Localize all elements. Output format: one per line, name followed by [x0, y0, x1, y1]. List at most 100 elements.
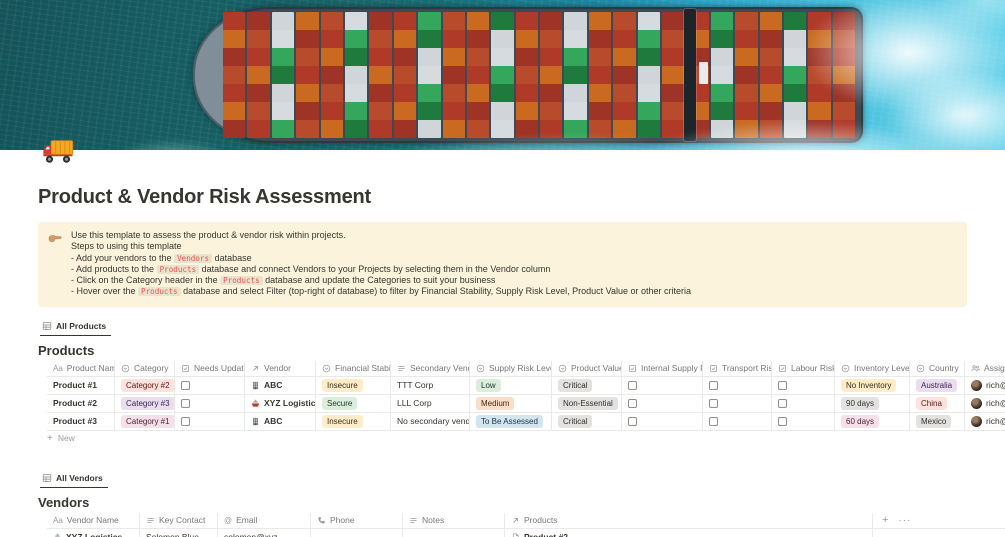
internal-supply-risk-cell[interactable]: [622, 394, 703, 412]
column-header-product-value[interactable]: Product Value: [552, 360, 622, 376]
column-header-inventory-level[interactable]: Inventory Level: [835, 360, 910, 376]
internal-supply-risk-cell[interactable]: [622, 376, 703, 394]
checkbox-unchecked[interactable]: [778, 398, 787, 408]
column-header-label: Supply Risk Level: [489, 363, 552, 374]
assigned-cell[interactable]: rich@te: [965, 395, 1005, 412]
checkbox-unchecked[interactable]: [778, 416, 787, 426]
checkbox-unchecked[interactable]: [628, 380, 637, 390]
column-header-products[interactable]: Products: [505, 512, 873, 528]
checkbox-unchecked[interactable]: [181, 380, 190, 390]
product-name-cell[interactable]: Product #3: [47, 412, 115, 430]
container-bay: [808, 12, 831, 138]
user-avatar: [971, 397, 982, 409]
column-header-category[interactable]: Category: [115, 360, 175, 376]
callout-line: - Add your vendors to the Vendors databa…: [71, 252, 252, 263]
needs-update-cell[interactable]: [175, 376, 245, 394]
country-cell[interactable]: Australia: [910, 376, 965, 394]
inventory-level-cell[interactable]: 90 days: [835, 394, 910, 412]
column-header-vendor[interactable]: Vendor: [245, 360, 316, 376]
vendor-name-cell[interactable]: XYZ Logistics: [47, 528, 140, 537]
category-cell[interactable]: Category #3: [115, 394, 175, 412]
checkbox-unchecked[interactable]: [628, 398, 637, 408]
product-value-cell[interactable]: Critical: [552, 376, 622, 394]
tag-purple: Category #3: [121, 396, 174, 410]
supply-risk-level-cell[interactable]: Medium: [470, 394, 552, 412]
secondary-vendor-cell[interactable]: No secondary vendor: [391, 412, 470, 430]
country-cell[interactable]: China: [910, 394, 965, 412]
assigned-cell[interactable]: rich@te: [965, 413, 1005, 430]
tab-all-products[interactable]: All Products: [40, 318, 112, 336]
inventory-level-cell[interactable]: 60 days: [835, 412, 910, 430]
email-cell[interactable]: solomon@xyz: [218, 528, 311, 537]
column-header-labour-risk[interactable]: Labour Risk: [772, 360, 835, 376]
needs-update-cell[interactable]: [175, 412, 245, 430]
product-name-cell[interactable]: Product #2: [47, 394, 115, 412]
checkbox-unchecked[interactable]: [709, 398, 718, 408]
tab-all-vendors[interactable]: All Vendors: [40, 470, 108, 488]
inventory-level-cell[interactable]: No Inventory: [835, 376, 910, 394]
text-icon: [409, 516, 418, 525]
checkbox-unchecked[interactable]: [778, 380, 787, 390]
column-header-phone[interactable]: Phone: [311, 512, 403, 528]
supply-risk-level-cell[interactable]: Low: [470, 376, 552, 394]
column-header-notes[interactable]: Notes: [403, 512, 505, 528]
country-cell[interactable]: Mexico: [910, 412, 965, 430]
transport-risk-cell[interactable]: [703, 376, 772, 394]
new-row-button[interactable]: + New: [47, 431, 1005, 446]
transport-risk-cell[interactable]: [703, 394, 772, 412]
add-column-button[interactable]: +: [882, 514, 888, 525]
category-cell[interactable]: Category #1: [115, 412, 175, 430]
product-value-cell[interactable]: Non-Essential: [552, 394, 622, 412]
needs-update-cell[interactable]: [175, 394, 245, 412]
secondary-vendor-cell[interactable]: LLL Corp: [391, 394, 470, 412]
table-options-button[interactable]: ···: [898, 515, 911, 525]
checkbox-unchecked[interactable]: [181, 398, 190, 408]
transport-risk-cell[interactable]: [703, 412, 772, 430]
checkbox-unchecked[interactable]: [709, 380, 718, 390]
building-icon: [251, 417, 260, 426]
vendor-cell[interactable]: XYZ Logistics: [245, 394, 316, 412]
column-header-product-name[interactable]: AaProduct Name: [47, 360, 115, 376]
internal-supply-risk-cell[interactable]: [622, 412, 703, 430]
inline-code: Products: [220, 276, 263, 286]
table-row: XYZ Logistics Solomon Blue solomon@xyz Prod…: [47, 528, 1005, 537]
column-header-key-contact[interactable]: Key Contact: [140, 512, 218, 528]
checkbox-unchecked[interactable]: [628, 416, 637, 426]
notes-cell[interactable]: [403, 528, 505, 537]
product-name-cell[interactable]: Product #1: [47, 376, 115, 394]
product-value-cell[interactable]: Critical: [552, 412, 622, 430]
products-cell[interactable]: Product #2: [505, 528, 873, 537]
relation-icon: [511, 516, 520, 525]
column-header-transport-risk[interactable]: Transport Risk: [703, 360, 772, 376]
assigned-cell[interactable]: rich@te: [965, 377, 1005, 394]
supply-risk-level-cell[interactable]: To Be Assessed: [470, 412, 552, 430]
cell-text: XYZ Logistics: [264, 398, 316, 409]
category-cell[interactable]: Category #2: [115, 376, 175, 394]
labour-risk-cell[interactable]: [772, 376, 835, 394]
container-bay: [466, 12, 490, 138]
column-header-needs-update[interactable]: Needs Update: [175, 360, 245, 376]
column-header-internal-supply-risk[interactable]: Internal Supply Risk: [622, 360, 703, 376]
financial-stability-cell[interactable]: Insecure: [316, 412, 391, 430]
financial-stability-cell[interactable]: Secure: [316, 394, 391, 412]
user-avatar: [971, 379, 982, 391]
column-header-country[interactable]: Country: [910, 360, 965, 376]
labour-risk-cell[interactable]: [772, 394, 835, 412]
secondary-vendor-cell[interactable]: TTT Corp: [391, 376, 470, 394]
column-header-vendor-name[interactable]: Aa Vendor Name: [47, 512, 140, 528]
column-header-assigned[interactable]: Assigned: [965, 361, 1005, 376]
vendor-cell[interactable]: ABC: [245, 376, 316, 394]
cell-text: ABC: [264, 380, 283, 391]
column-header-supply-risk-level[interactable]: Supply Risk Level: [470, 360, 552, 376]
vendor-cell[interactable]: ABC: [245, 412, 316, 430]
checkbox-unchecked[interactable]: [709, 416, 718, 426]
checkbox-unchecked[interactable]: [181, 416, 190, 426]
column-header-financial-stability[interactable]: Financial Stability: [316, 360, 391, 376]
column-header-secondary-vendor[interactable]: Secondary Vendor: [391, 360, 470, 376]
key-contact-cell[interactable]: Solomon Blue: [140, 528, 218, 537]
labour-risk-cell[interactable]: [772, 412, 835, 430]
column-header-email[interactable]: @ Email: [218, 512, 311, 528]
phone-cell[interactable]: [311, 528, 403, 537]
financial-stability-cell[interactable]: Insecure: [316, 376, 391, 394]
table-row: Product #3 Category #1 ABC Insecure No secon…: [47, 412, 1005, 431]
